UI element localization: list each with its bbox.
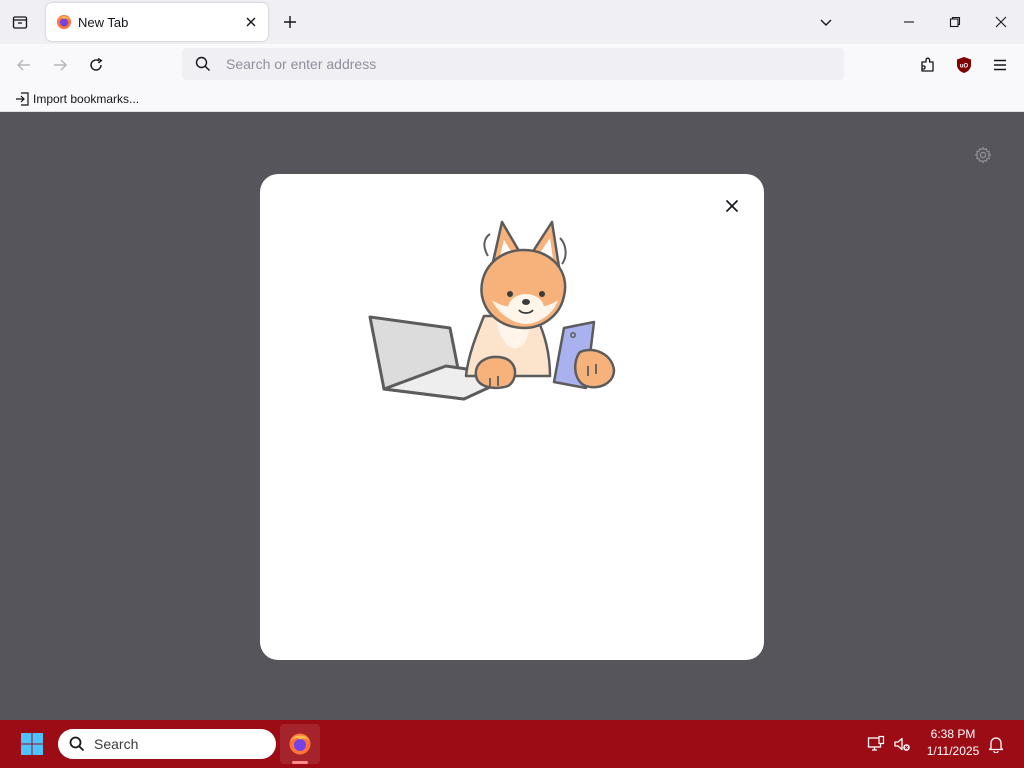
gear-icon[interactable] bbox=[972, 144, 994, 166]
fox-illustration bbox=[368, 220, 616, 401]
tab-list-icon[interactable] bbox=[8, 10, 32, 34]
navigation-toolbar: uO bbox=[0, 44, 1024, 86]
chevron-down-icon[interactable] bbox=[814, 10, 838, 34]
address-input[interactable] bbox=[226, 56, 786, 72]
forward-icon[interactable] bbox=[46, 51, 74, 79]
minimize-icon[interactable] bbox=[886, 0, 932, 44]
bookmarks-toolbar: Import bookmarks... bbox=[0, 86, 1024, 112]
import-bookmarks-button[interactable]: Import bookmarks... bbox=[10, 89, 143, 109]
svg-text:uO: uO bbox=[960, 64, 969, 70]
taskbar: Search 6:38 PM 1/11/2025 bbox=[0, 720, 1024, 768]
network-icon[interactable] bbox=[866, 734, 886, 754]
clock-date: 1/11/2025 bbox=[926, 744, 980, 758]
tab-new-tab[interactable]: New Tab bbox=[46, 3, 268, 41]
hamburger-menu-icon[interactable] bbox=[986, 51, 1014, 79]
search-icon bbox=[194, 55, 212, 73]
reload-icon[interactable] bbox=[82, 51, 110, 79]
tab-strip: New Tab bbox=[0, 0, 1024, 44]
volume-muted-icon[interactable] bbox=[892, 734, 912, 754]
onboarding-dialog bbox=[260, 174, 764, 660]
taskbar-active-indicator bbox=[292, 761, 308, 764]
close-icon[interactable] bbox=[718, 192, 746, 220]
windows-start-icon[interactable] bbox=[14, 728, 50, 760]
extensions-icon[interactable] bbox=[914, 51, 942, 79]
restore-icon[interactable] bbox=[932, 0, 978, 44]
taskbar-firefox-icon[interactable] bbox=[280, 724, 320, 764]
ublock-icon[interactable]: uO bbox=[950, 51, 978, 79]
firefox-icon bbox=[56, 14, 72, 30]
taskbar-search-label: Search bbox=[94, 736, 139, 752]
close-icon[interactable] bbox=[242, 13, 260, 31]
plus-icon[interactable] bbox=[278, 10, 302, 34]
taskbar-search[interactable]: Search bbox=[58, 729, 276, 759]
import-icon bbox=[14, 91, 30, 107]
system-clock[interactable]: 6:38 PM 1/11/2025 bbox=[918, 726, 988, 760]
back-icon[interactable] bbox=[10, 51, 38, 79]
import-bookmarks-label: Import bookmarks... bbox=[33, 92, 140, 106]
clock-time: 6:38 PM bbox=[930, 727, 976, 741]
notification-bell-icon[interactable] bbox=[986, 734, 1006, 754]
search-icon bbox=[68, 735, 86, 753]
window-close-icon[interactable] bbox=[978, 0, 1024, 44]
tab-title: New Tab bbox=[78, 14, 129, 30]
new-tab-page bbox=[0, 112, 1024, 720]
address-bar[interactable] bbox=[182, 48, 844, 80]
